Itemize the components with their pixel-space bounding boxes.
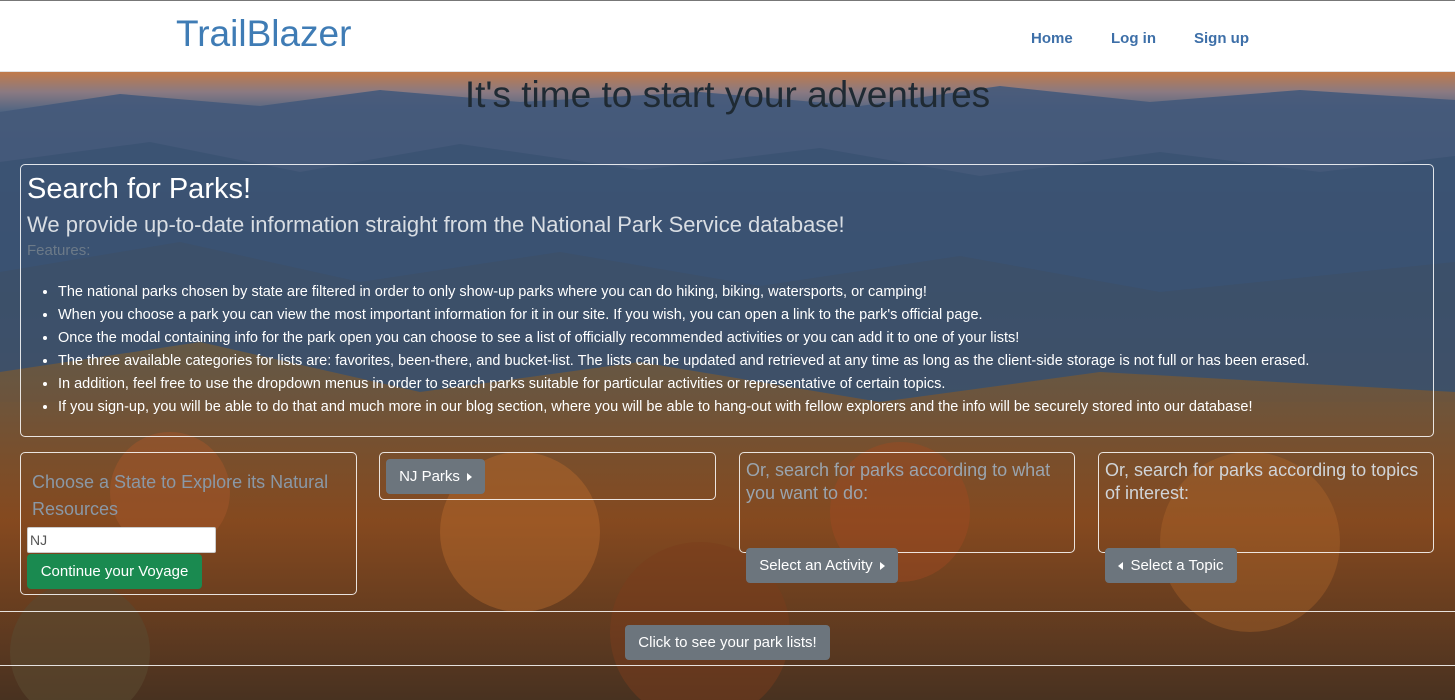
topic-search-text: Or, search for parks according to topics… xyxy=(1105,460,1419,503)
features-label: Features: xyxy=(27,242,91,259)
nav-signup-link[interactable]: Sign up xyxy=(1194,30,1249,47)
navbar: TrailBlazer Home Log in Sign up xyxy=(0,0,1455,72)
select-activity-label: Select an Activity xyxy=(759,557,873,574)
feature-item: The national parks chosen by state are f… xyxy=(58,281,1309,304)
park-lists-bar: Click to see your park lists! xyxy=(0,611,1455,666)
feature-item: If you sign-up, you will be able to do t… xyxy=(58,396,1309,419)
select-topic-button[interactable]: Select a Topic xyxy=(1105,548,1237,583)
select-activity-button[interactable]: Select an Activity xyxy=(746,548,898,583)
feature-item: In addition, feel free to use the dropdo… xyxy=(58,373,1309,396)
search-parks-subtitle: We provide up-to-date information straig… xyxy=(27,212,845,237)
nav-home-link[interactable]: Home xyxy=(1031,30,1073,47)
nj-parks-dropdown-button[interactable]: NJ Parks xyxy=(386,459,485,494)
activity-search-panel: Or, search for parks according to what y… xyxy=(739,452,1075,583)
caret-left-icon xyxy=(1118,561,1124,570)
feature-item: Once the modal containing info for the p… xyxy=(58,327,1309,350)
caret-right-icon xyxy=(466,472,472,481)
caret-right-icon xyxy=(879,561,885,570)
feature-item: When you choose a park you can view the … xyxy=(58,304,1309,327)
state-search-label: Choose a State to Explore its Natural Re… xyxy=(32,472,329,519)
topic-search-panel: Or, search for parks according to topics… xyxy=(1098,452,1434,583)
select-topic-label: Select a Topic xyxy=(1130,557,1224,574)
state-input[interactable] xyxy=(27,527,216,553)
brand-logo[interactable]: TrailBlazer xyxy=(176,13,351,55)
search-parks-panel: Search for Parks! We provide up-to-date … xyxy=(20,164,1434,437)
continue-voyage-button[interactable]: Continue your Voyage xyxy=(27,554,202,589)
park-lists-button[interactable]: Click to see your park lists! xyxy=(625,625,830,660)
activity-search-text: Or, search for parks according to what y… xyxy=(746,460,1051,503)
parks-dropdown-panel: NJ Parks xyxy=(379,452,716,500)
feature-item: The three available categories for lists… xyxy=(58,350,1309,373)
state-search-panel: Choose a State to Explore its Natural Re… xyxy=(20,452,357,595)
hero-title: It's time to start your adventures xyxy=(464,74,991,115)
nav-login-link[interactable]: Log in xyxy=(1111,30,1156,47)
features-list: The national parks chosen by state are f… xyxy=(58,281,1309,419)
search-parks-title: Search for Parks! xyxy=(27,173,252,205)
nj-parks-label: NJ Parks xyxy=(399,468,460,485)
